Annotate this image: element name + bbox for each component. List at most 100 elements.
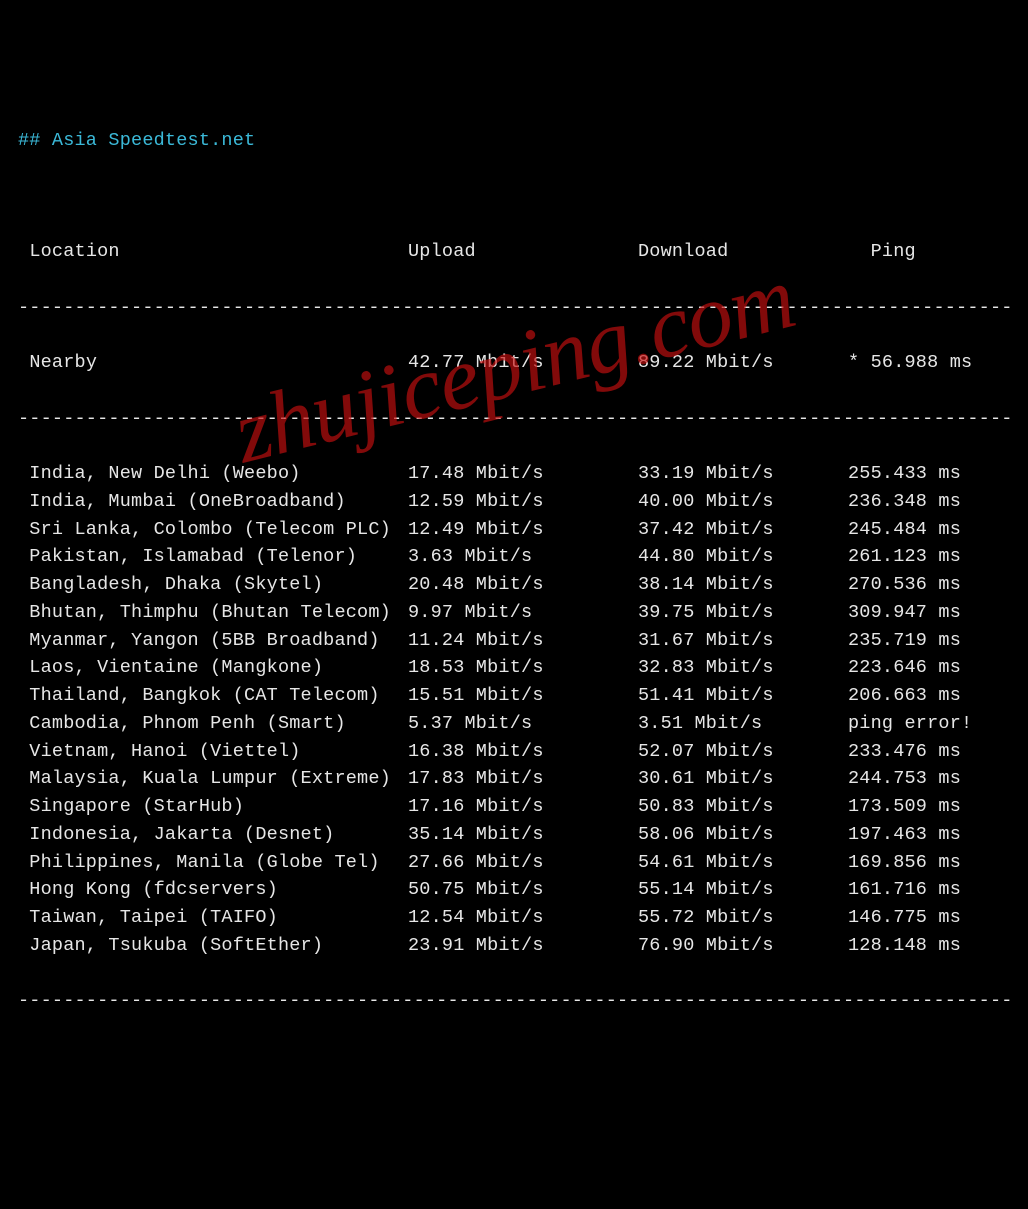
cell-download: 32.83 Mbit/s <box>638 654 848 682</box>
cell-ping: 206.663 ms <box>848 682 1010 710</box>
table-row: Taiwan, Taipei (TAIFO)12.54 Mbit/s55.72 … <box>18 904 1010 932</box>
section-title: ## Asia Speedtest.net <box>18 127 1010 155</box>
table-row: Cambodia, Phnom Penh (Smart)5.37 Mbit/s3… <box>18 710 1010 738</box>
table-row: Indonesia, Jakarta (Desnet)35.14 Mbit/s5… <box>18 821 1010 849</box>
table-row: Bangladesh, Dhaka (Skytel)20.48 Mbit/s38… <box>18 571 1010 599</box>
cell-download: 50.83 Mbit/s <box>638 793 848 821</box>
nearby-row: Nearby 42.77 Mbit/s 89.22 Mbit/s * 56.98… <box>18 349 1010 377</box>
cell-ping: 245.484 ms <box>848 516 1010 544</box>
divider-line: ----------------------------------------… <box>18 405 1010 433</box>
results-table: India, New Delhi (Weebo)17.48 Mbit/s33.1… <box>18 460 1010 960</box>
cell-upload: 35.14 Mbit/s <box>408 821 638 849</box>
table-row: Bhutan, Thimphu (Bhutan Telecom)9.97 Mbi… <box>18 599 1010 627</box>
cell-upload: 50.75 Mbit/s <box>408 876 638 904</box>
cell-location: Pakistan, Islamabad (Telenor) <box>18 543 408 571</box>
cell-ping: 309.947 ms <box>848 599 1010 627</box>
cell-upload: 16.38 Mbit/s <box>408 738 638 766</box>
cell-upload: 12.59 Mbit/s <box>408 488 638 516</box>
cell-upload: 11.24 Mbit/s <box>408 627 638 655</box>
table-row: Sri Lanka, Colombo (Telecom PLC)12.49 Mb… <box>18 516 1010 544</box>
cell-ping: 223.646 ms <box>848 654 1010 682</box>
cell-location: Myanmar, Yangon (5BB Broadband) <box>18 627 408 655</box>
cell-download: 39.75 Mbit/s <box>638 599 848 627</box>
table-row: Thailand, Bangkok (CAT Telecom)15.51 Mbi… <box>18 682 1010 710</box>
header-ping: Ping <box>848 238 1010 266</box>
cell-download: 54.61 Mbit/s <box>638 849 848 877</box>
cell-ping: 270.536 ms <box>848 571 1010 599</box>
divider-line: ----------------------------------------… <box>18 987 1010 1015</box>
nearby-location: Nearby <box>18 349 408 377</box>
cell-download: 37.42 Mbit/s <box>638 516 848 544</box>
cell-upload: 5.37 Mbit/s <box>408 710 638 738</box>
cell-ping: 161.716 ms <box>848 876 1010 904</box>
cell-location: Sri Lanka, Colombo (Telecom PLC) <box>18 516 408 544</box>
cell-upload: 18.53 Mbit/s <box>408 654 638 682</box>
header-location: Location <box>18 238 408 266</box>
cell-location: Japan, Tsukuba (SoftEther) <box>18 932 408 960</box>
cell-ping: 235.719 ms <box>848 627 1010 655</box>
cell-upload: 15.51 Mbit/s <box>408 682 638 710</box>
cell-download: 33.19 Mbit/s <box>638 460 848 488</box>
cell-download: 38.14 Mbit/s <box>638 571 848 599</box>
table-row: Myanmar, Yangon (5BB Broadband)11.24 Mbi… <box>18 627 1010 655</box>
cell-location: Thailand, Bangkok (CAT Telecom) <box>18 682 408 710</box>
cell-location: Singapore (StarHub) <box>18 793 408 821</box>
cell-ping: ping error! <box>848 710 1010 738</box>
cell-location: Taiwan, Taipei (TAIFO) <box>18 904 408 932</box>
cell-download: 55.72 Mbit/s <box>638 904 848 932</box>
cell-upload: 9.97 Mbit/s <box>408 599 638 627</box>
cell-upload: 23.91 Mbit/s <box>408 932 638 960</box>
nearby-upload: 42.77 Mbit/s <box>408 349 638 377</box>
cell-download: 55.14 Mbit/s <box>638 876 848 904</box>
cell-download: 58.06 Mbit/s <box>638 821 848 849</box>
cell-upload: 17.48 Mbit/s <box>408 460 638 488</box>
table-row: Pakistan, Islamabad (Telenor)3.63 Mbit/s… <box>18 543 1010 571</box>
table-row: Japan, Tsukuba (SoftEther)23.91 Mbit/s76… <box>18 932 1010 960</box>
cell-ping: 261.123 ms <box>848 543 1010 571</box>
table-row: Vietnam, Hanoi (Viettel)16.38 Mbit/s52.0… <box>18 738 1010 766</box>
cell-download: 52.07 Mbit/s <box>638 738 848 766</box>
table-row: India, New Delhi (Weebo)17.48 Mbit/s33.1… <box>18 460 1010 488</box>
cell-ping: 128.148 ms <box>848 932 1010 960</box>
table-row: Singapore (StarHub)17.16 Mbit/s50.83 Mbi… <box>18 793 1010 821</box>
cell-ping: 169.856 ms <box>848 849 1010 877</box>
cell-download: 3.51 Mbit/s <box>638 710 848 738</box>
header-upload: Upload <box>408 238 638 266</box>
cell-location: Indonesia, Jakarta (Desnet) <box>18 821 408 849</box>
cell-download: 44.80 Mbit/s <box>638 543 848 571</box>
cell-location: Vietnam, Hanoi (Viettel) <box>18 738 408 766</box>
cell-upload: 27.66 Mbit/s <box>408 849 638 877</box>
cell-download: 51.41 Mbit/s <box>638 682 848 710</box>
cell-location: Hong Kong (fdcservers) <box>18 876 408 904</box>
table-row: India, Mumbai (OneBroadband)12.59 Mbit/s… <box>18 488 1010 516</box>
cell-upload: 17.83 Mbit/s <box>408 765 638 793</box>
cell-ping: 173.509 ms <box>848 793 1010 821</box>
cell-download: 30.61 Mbit/s <box>638 765 848 793</box>
cell-upload: 17.16 Mbit/s <box>408 793 638 821</box>
table-row: Hong Kong (fdcservers)50.75 Mbit/s55.14 … <box>18 876 1010 904</box>
table-row: Philippines, Manila (Globe Tel)27.66 Mbi… <box>18 849 1010 877</box>
cell-upload: 20.48 Mbit/s <box>408 571 638 599</box>
cell-ping: 255.433 ms <box>848 460 1010 488</box>
cell-location: Philippines, Manila (Globe Tel) <box>18 849 408 877</box>
table-row: Laos, Vientaine (Mangkone)18.53 Mbit/s32… <box>18 654 1010 682</box>
nearby-download: 89.22 Mbit/s <box>638 349 848 377</box>
cell-upload: 3.63 Mbit/s <box>408 543 638 571</box>
cell-upload: 12.54 Mbit/s <box>408 904 638 932</box>
cell-download: 40.00 Mbit/s <box>638 488 848 516</box>
cell-location: Bhutan, Thimphu (Bhutan Telecom) <box>18 599 408 627</box>
cell-location: Cambodia, Phnom Penh (Smart) <box>18 710 408 738</box>
cell-location: Laos, Vientaine (Mangkone) <box>18 654 408 682</box>
header-download: Download <box>638 238 848 266</box>
blank-line <box>18 183 1010 211</box>
cell-download: 31.67 Mbit/s <box>638 627 848 655</box>
cell-location: Bangladesh, Dhaka (Skytel) <box>18 571 408 599</box>
cell-ping: 197.463 ms <box>848 821 1010 849</box>
cell-ping: 146.775 ms <box>848 904 1010 932</box>
cell-upload: 12.49 Mbit/s <box>408 516 638 544</box>
cell-location: India, Mumbai (OneBroadband) <box>18 488 408 516</box>
divider-line: ----------------------------------------… <box>18 294 1010 322</box>
cell-ping: 233.476 ms <box>848 738 1010 766</box>
header-row: Location Upload Download Ping <box>18 238 1010 266</box>
nearby-ping: * 56.988 ms <box>848 349 1010 377</box>
